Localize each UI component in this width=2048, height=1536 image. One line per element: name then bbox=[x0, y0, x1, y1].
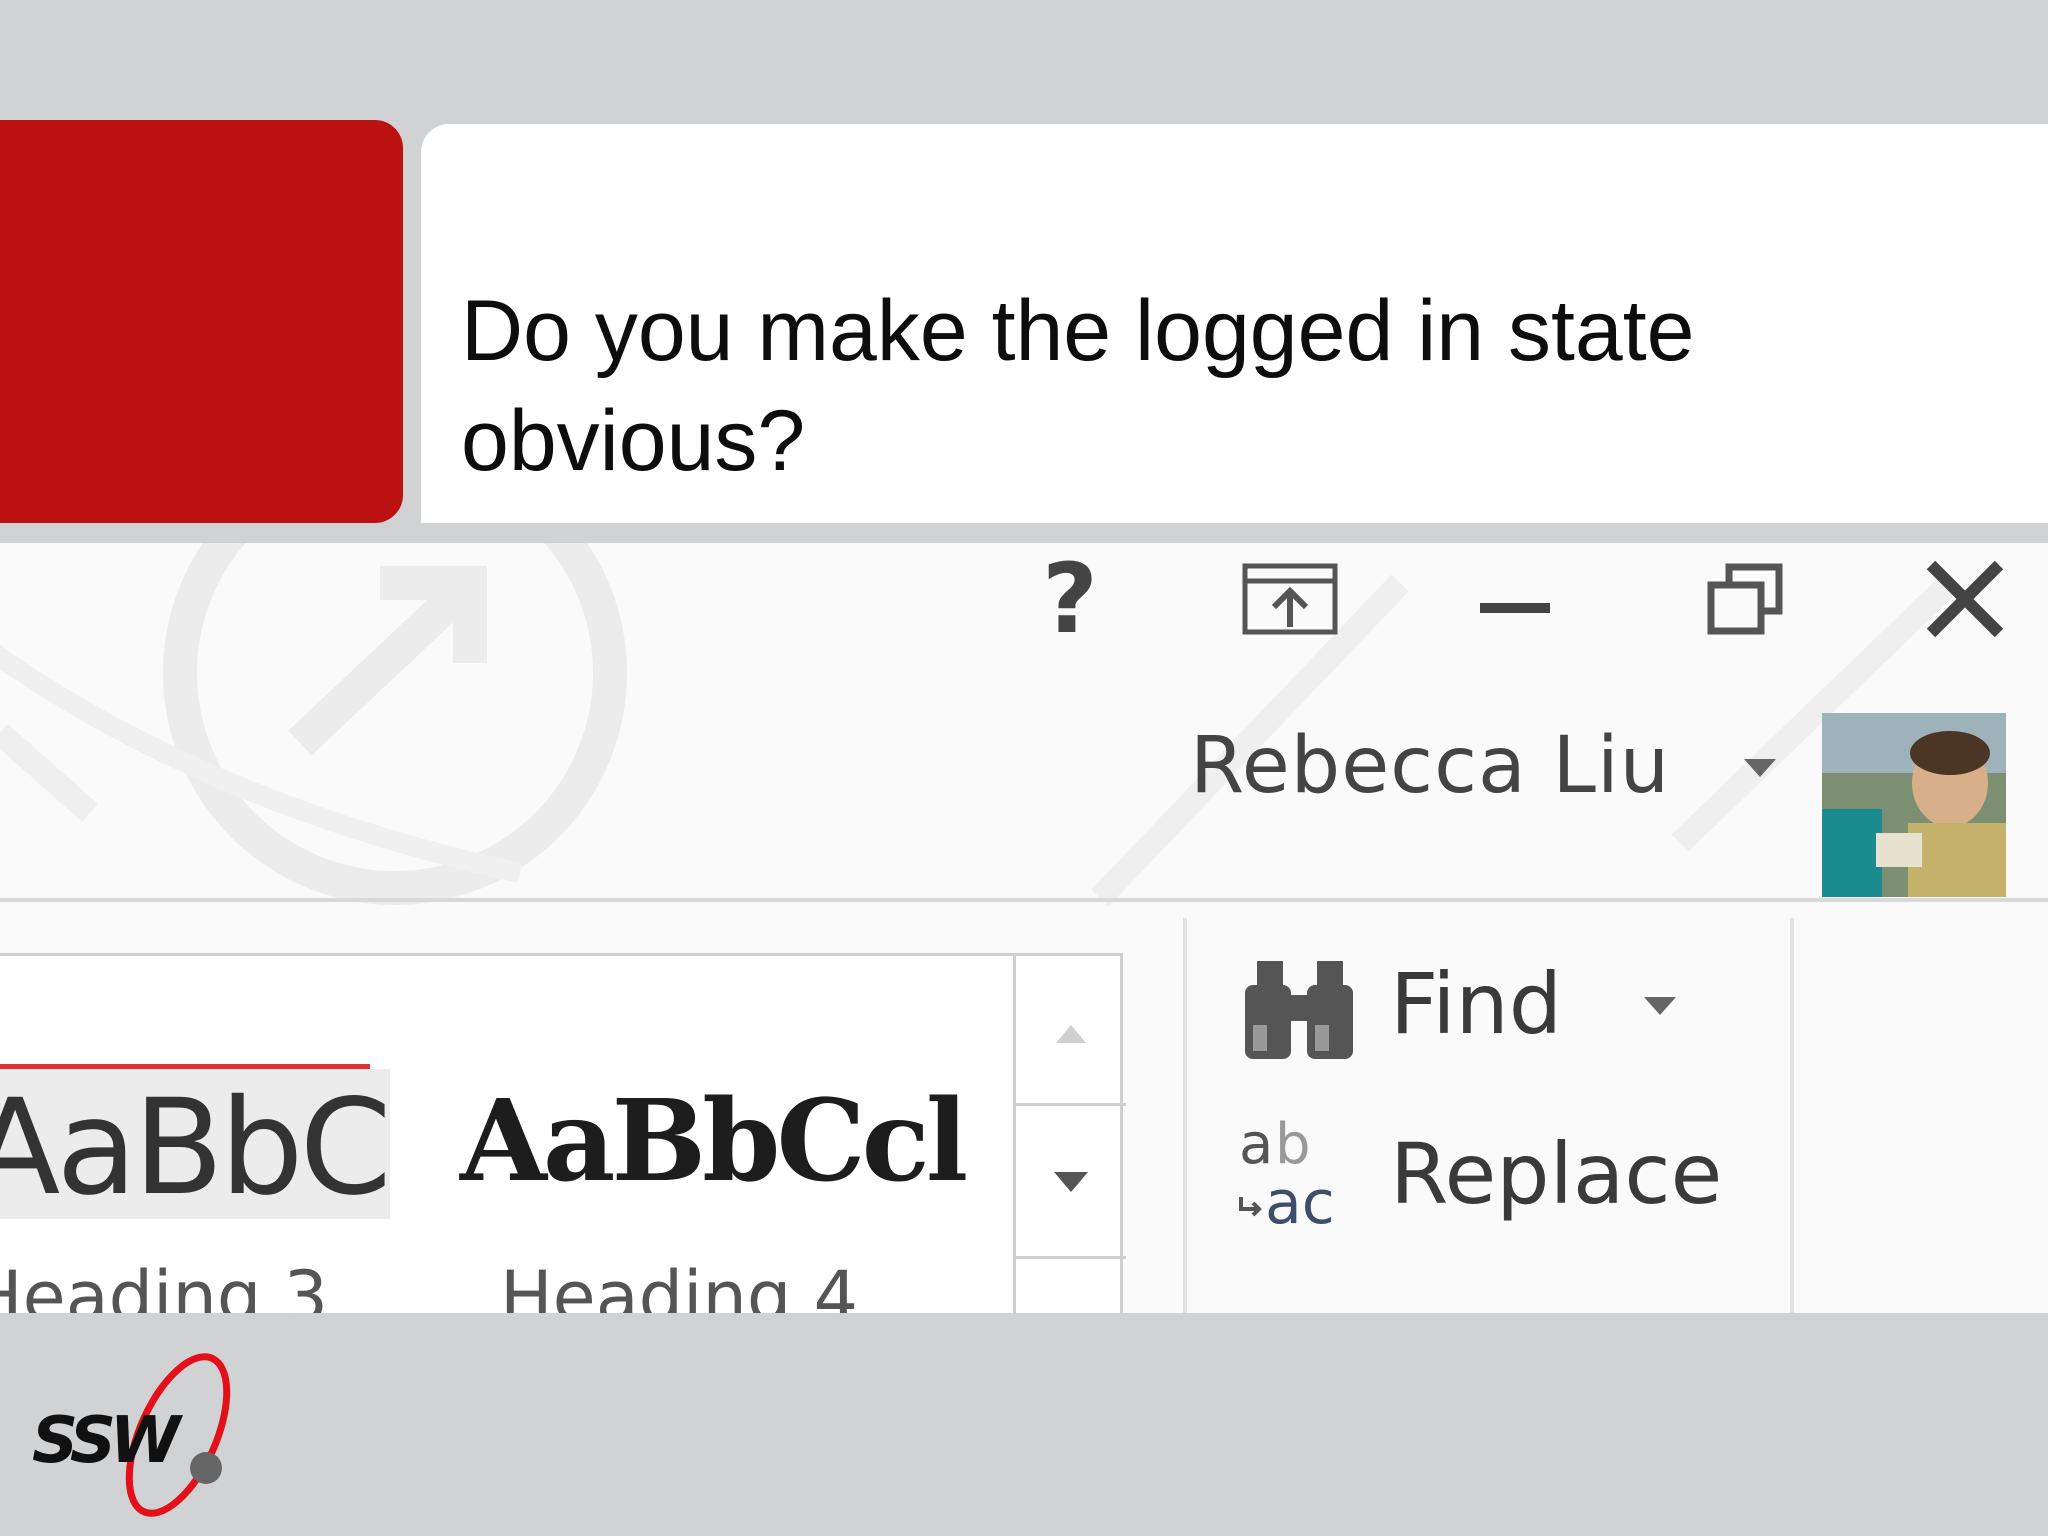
style-sample: AaBbC bbox=[0, 1071, 392, 1225]
style-heading-3[interactable]: AaBbC Heading 3 bbox=[0, 956, 392, 1313]
style-caption: Heading 3 bbox=[0, 1256, 329, 1313]
avatar-photo bbox=[1822, 713, 2006, 897]
help-icon: ? bbox=[1042, 543, 1098, 655]
ribbon-display-options-icon bbox=[1242, 563, 1338, 635]
svg-text:ac: ac bbox=[1265, 1168, 1335, 1233]
ssw-logo: SSW bbox=[32, 1353, 231, 1517]
caret-down-icon bbox=[1744, 759, 1776, 777]
user-avatar[interactable] bbox=[1822, 713, 2006, 897]
replace-ab-ac-icon: a b ac bbox=[1239, 1113, 1335, 1233]
find-label: Find bbox=[1390, 955, 1563, 1053]
office-window-screenshot: ? Rebecca Liu AaBbC Heading 3 AaBbCcl He… bbox=[0, 543, 2048, 1313]
scroll-up-icon bbox=[1056, 1025, 1086, 1043]
close-button[interactable] bbox=[1910, 560, 2020, 638]
ribbon-display-options-button[interactable] bbox=[1235, 563, 1345, 635]
ribbon-group-separator bbox=[1183, 918, 1187, 1313]
style-heading-4[interactable]: AaBbCcl Heading 4 bbox=[460, 956, 980, 1313]
restore-button[interactable] bbox=[1690, 563, 1800, 635]
find-button[interactable]: Find bbox=[1235, 943, 1755, 1073]
style-sample: AaBbCcl bbox=[460, 1076, 968, 1207]
red-accent-block bbox=[0, 120, 403, 523]
user-name: Rebecca Liu bbox=[1190, 721, 1671, 811]
replace-button[interactable]: a b ac Replace bbox=[1235, 1113, 1755, 1243]
minimize-icon bbox=[1480, 603, 1550, 613]
close-icon bbox=[1926, 560, 2004, 638]
style-caption: Heading 4 bbox=[500, 1256, 859, 1313]
ribbon-top-border bbox=[0, 898, 2048, 902]
minimize-button[interactable] bbox=[1460, 563, 1570, 635]
gallery-scroll-down-button[interactable] bbox=[1016, 1103, 1126, 1259]
restore-icon bbox=[1707, 563, 1783, 635]
slide-title: Do you make the logged in state obvious? bbox=[461, 283, 1695, 489]
help-button[interactable]: ? bbox=[1015, 551, 1125, 647]
styles-gallery: AaBbC Heading 3 AaBbCcl Heading 4 bbox=[0, 953, 1123, 1313]
logo-text: SSW bbox=[32, 1404, 184, 1478]
find-dropdown-caret-icon bbox=[1644, 997, 1676, 1015]
slide-footer bbox=[0, 1313, 2048, 1536]
replace-label: Replace bbox=[1390, 1125, 1723, 1223]
gallery-scroll-up-button[interactable] bbox=[1016, 953, 1126, 1103]
binoculars-icon bbox=[1245, 961, 1353, 1059]
gallery-scrollbar bbox=[1013, 953, 1126, 1313]
selected-style-indicator bbox=[0, 1064, 370, 1069]
scroll-down-icon bbox=[1054, 1172, 1088, 1192]
ribbon-group-separator bbox=[1790, 918, 1794, 1313]
